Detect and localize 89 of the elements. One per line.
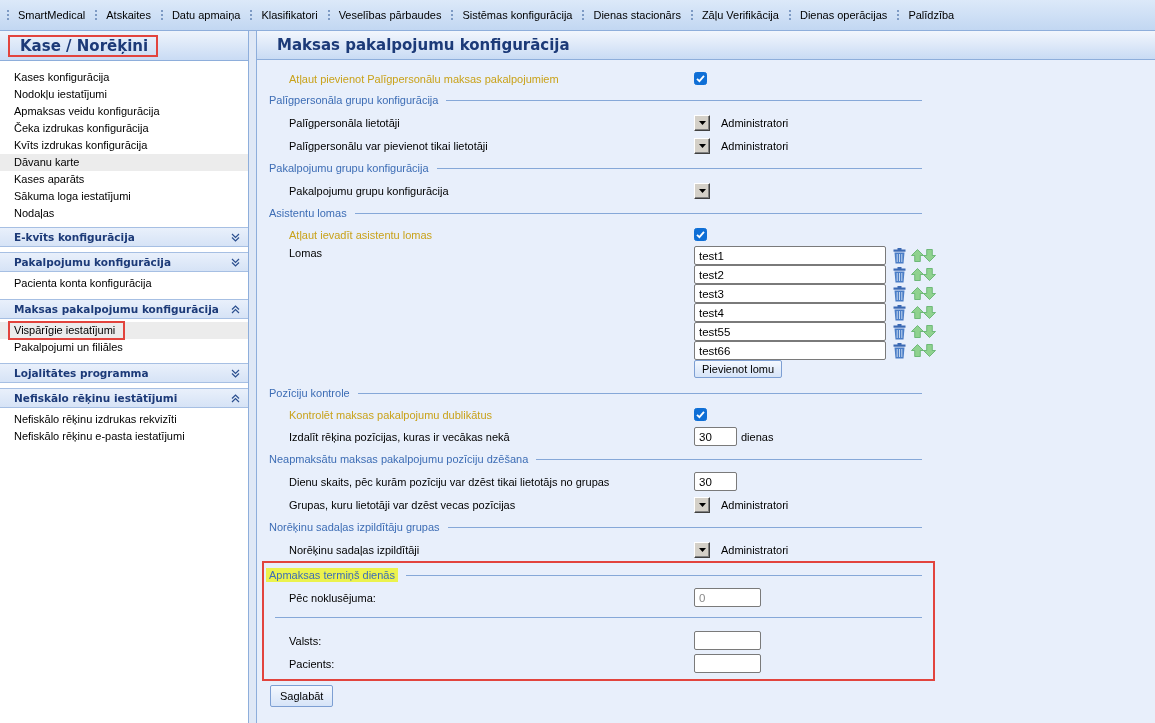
- number-field[interactable]: 30: [694, 472, 737, 491]
- field-label: Pakalpojumu grupu konfigurācija: [289, 184, 450, 197]
- sidebar-item[interactable]: Kases konfigurācija: [0, 69, 248, 86]
- menu-item[interactable]: SmartMedical: [9, 7, 96, 23]
- caret-icon: [698, 502, 706, 507]
- field-label: Kontrolēt maksas pakalpojumu dublikātus: [289, 408, 493, 421]
- sidebar-item[interactable]: Pacienta konta konfigurācija: [0, 275, 248, 292]
- field-label: Atļaut ievadīt asistentu lomas: [289, 228, 434, 241]
- sidebar-item[interactable]: Pakalpojumi un filiāles: [0, 339, 248, 356]
- dropdown-value: Administratori: [721, 498, 789, 511]
- text-field[interactable]: 0: [694, 588, 761, 607]
- sidebar-item[interactable]: Sākuma loga iestatījumi: [0, 188, 248, 205]
- trash-icon[interactable]: [893, 285, 906, 302]
- trash-icon[interactable]: [893, 342, 906, 359]
- text-field[interactable]: [694, 654, 761, 673]
- page-title: Maksas pakalpojumu konfigurācija: [277, 36, 570, 54]
- checkbox[interactable]: [694, 408, 707, 421]
- role-field[interactable]: test3: [694, 284, 886, 303]
- sidebar-item[interactable]: Dāvanu karte: [0, 154, 248, 171]
- save-button[interactable]: Saglabāt: [270, 685, 334, 707]
- unit-label: dienas: [741, 430, 774, 443]
- caret-icon: [698, 120, 706, 125]
- section-legend: Neapmaksātu maksas pakalpojumu pozīciju dzēšana: [269, 452, 529, 466]
- caret-icon: [698, 547, 706, 552]
- menu-item[interactable]: Dienas operācijas: [790, 7, 898, 23]
- add-role-button[interactable]: Pievienot lomu: [694, 360, 783, 378]
- menu-item[interactable]: Sistēmas konfigurācija: [453, 7, 583, 23]
- sidebar-item[interactable]: Nodokļu iestatījumi: [0, 86, 248, 103]
- dropdown-button[interactable]: [694, 182, 710, 199]
- field-label: Palīgpersonāla lietotāji: [289, 116, 401, 129]
- dropdown-button[interactable]: [694, 541, 710, 558]
- menu-item[interactable]: Atskaites: [97, 7, 161, 23]
- dropdown-button[interactable]: [694, 114, 710, 131]
- section-header[interactable]: E-kvīts konfigurācija: [0, 227, 248, 247]
- menu-item[interactable]: Palīdzība: [899, 7, 965, 23]
- field-label: Atļaut pievienot Palīgpersonālu maksas pakalpojumiem: [289, 72, 560, 85]
- dropdown-button[interactable]: [694, 137, 710, 154]
- menu-item[interactable]: Klasifikatori: [252, 7, 328, 23]
- section-legend: Pakalpojumu grupu konfigurācija: [269, 161, 429, 175]
- dropdown-button[interactable]: [694, 496, 710, 513]
- sidebar-item[interactable]: Kvīts izdrukas konfigurācija: [0, 137, 248, 154]
- dropdown-value: Administratori: [721, 543, 789, 556]
- field-label: Grupas, kuru lietotāji var dzēst vecas pozīcijas: [289, 498, 517, 511]
- field-label: Dienu skaits, pēc kurām pozīciju var dzēst tikai lietotājs no grupas: [289, 475, 611, 488]
- role-field[interactable]: test2: [694, 265, 886, 284]
- menu-item[interactable]: Dienas stacionārs: [584, 7, 691, 23]
- checkbox[interactable]: [694, 228, 707, 241]
- menu-item[interactable]: Datu apmaiņa: [162, 7, 251, 23]
- sidebar-item[interactable]: Apmaksas veidu konfigurācija: [0, 103, 248, 120]
- role-field[interactable]: test55: [694, 322, 886, 341]
- checkbox[interactable]: [694, 72, 707, 85]
- role-field[interactable]: test66: [694, 341, 886, 360]
- caret-icon: [698, 188, 706, 193]
- field-label: Palīgpersonālu var pievienot tikai lietotāji: [289, 139, 489, 152]
- trash-icon[interactable]: [893, 266, 906, 283]
- section-legend: Norēķinu sadaļas izpildītāju grupas: [269, 520, 440, 534]
- sidebar-item[interactable]: Nefiskālo rēķinu izdrukas rekvizīti: [0, 411, 248, 428]
- sidebar-item[interactable]: Čeka izdrukas konfigurācija: [0, 120, 248, 137]
- field-label: Pacients:: [289, 657, 336, 670]
- trash-icon[interactable]: [893, 323, 906, 340]
- sidebar-item[interactable]: Vispārīgie iestatījumi: [0, 322, 248, 339]
- dropdown-value: Administratori: [721, 139, 789, 152]
- section-header[interactable]: Lojalitātes programma: [0, 363, 248, 383]
- section-header[interactable]: Maksas pakalpojumu konfigurācija: [0, 299, 248, 319]
- field-label: Lomas: [289, 246, 324, 259]
- sidebar-item[interactable]: Kases aparāts: [0, 171, 248, 188]
- caret-icon: [698, 143, 706, 148]
- dropdown-value: Administratori: [721, 116, 789, 129]
- field-label: Norēķinu sadaļas izpildītāji: [289, 543, 421, 556]
- field-label: Pēc noklusējuma:: [289, 591, 377, 604]
- field-label: Izdalīt rēķina pozīcijas, kuras ir vecākas nekā: [289, 430, 511, 443]
- sidebar-item[interactable]: Nodaļas: [0, 205, 248, 222]
- section-legend: Asistentu lomas: [269, 206, 347, 220]
- sidebar-item[interactable]: Nefiskālo rēķinu e-pasta iestatījumi: [0, 428, 248, 445]
- section-legend: Palīgpersonāla grupu konfigurācija: [269, 93, 439, 107]
- text-field[interactable]: [694, 631, 761, 650]
- role-field[interactable]: test4: [694, 303, 886, 322]
- number-field[interactable]: 30: [694, 427, 737, 446]
- role-field[interactable]: test1: [694, 246, 886, 265]
- sidebar-title: Kase / Norēķini: [8, 34, 159, 57]
- section-header[interactable]: Nefiskālo rēķinu iestātījumi: [0, 388, 248, 408]
- section-legend: Pozīciju kontrole: [269, 386, 350, 400]
- section-header[interactable]: Pakalpojumu konfigurācija: [0, 252, 248, 272]
- section-legend: Apmaksas termiņš dienās: [266, 568, 398, 582]
- field-label: Valsts:: [289, 634, 323, 647]
- menu-item[interactable]: Veselības pārbaudes: [329, 7, 452, 23]
- menu-item[interactable]: Zāļu Verifikācija: [692, 7, 789, 23]
- trash-icon[interactable]: [893, 247, 906, 264]
- trash-icon[interactable]: [893, 304, 906, 321]
